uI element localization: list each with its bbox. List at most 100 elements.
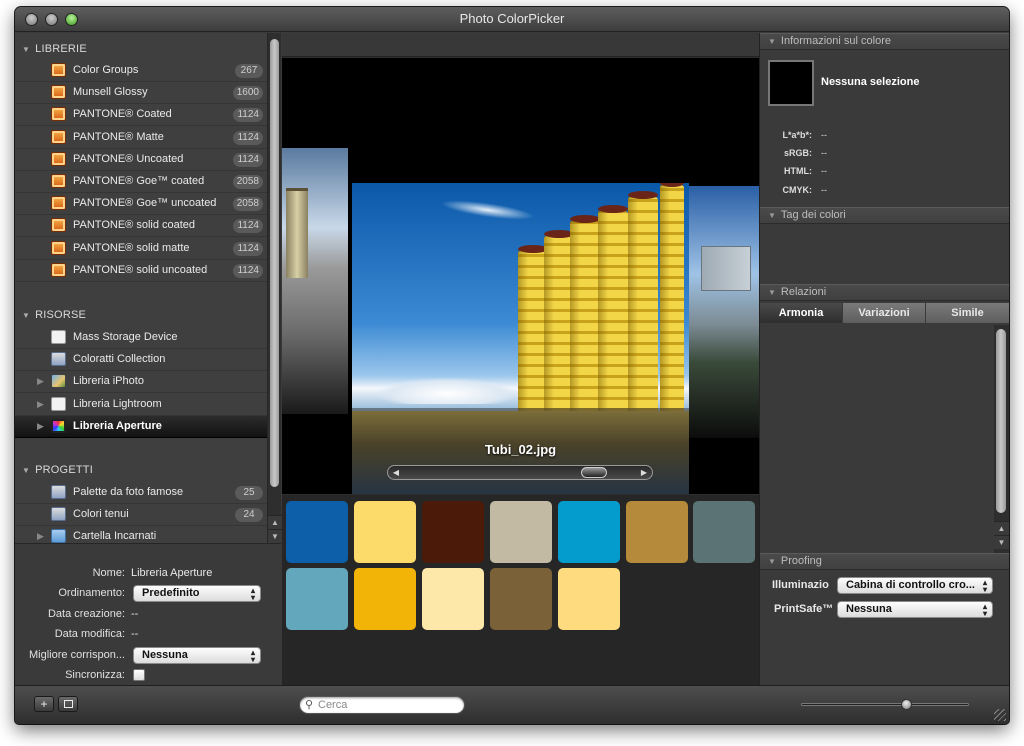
best-match-popup[interactable]: Nessuna ▴ ▾ xyxy=(133,647,261,664)
color-swatch[interactable] xyxy=(353,501,416,563)
resource-item[interactable]: ▶ Libreria Lightroom xyxy=(15,394,267,416)
color-swatch[interactable] xyxy=(625,501,688,563)
library-item[interactable]: PANTONE® Goe™ uncoated 2058 xyxy=(15,193,267,216)
relations-header[interactable]: ▼ Relazioni xyxy=(760,284,1009,301)
zoom-slider-knob[interactable] xyxy=(901,699,913,710)
sort-popup[interactable]: Predefinito ▴ ▾ xyxy=(133,585,261,602)
color-swatch[interactable] xyxy=(489,568,552,630)
color-swatch[interactable] xyxy=(421,568,484,630)
color-book-icon xyxy=(51,218,66,233)
library-item[interactable]: PANTONE® Matte 1124 xyxy=(15,127,267,149)
resource-item[interactable]: Mass Storage Device xyxy=(15,327,267,349)
source-list-scrollbar[interactable]: ▲ ▼ xyxy=(267,33,282,543)
project-item[interactable]: ▶ Cartella Incarnati xyxy=(15,526,267,543)
scroll-thumb[interactable] xyxy=(270,39,279,487)
project-item[interactable]: Palette da foto famose 25 xyxy=(15,482,267,504)
photo-caption: Tubi_02.jpg xyxy=(484,442,557,457)
expand-triangle-icon[interactable]: ▶ xyxy=(37,421,44,432)
cmyk-label: CMYK: xyxy=(782,185,813,195)
srgb-value: -- xyxy=(821,148,827,158)
resources-header[interactable]: ▼ RISORSE xyxy=(22,309,86,321)
expand-triangle-icon[interactable]: ▶ xyxy=(37,376,44,387)
cover-flow-viewer[interactable]: Tubi_02.jpg ◀ ▶ xyxy=(282,58,759,494)
cloud-shape xyxy=(377,378,517,404)
list-item-label: Coloratti Collection xyxy=(73,353,166,366)
project-item[interactable]: Colori tenui 24 xyxy=(15,504,267,527)
color-book-icon xyxy=(51,85,66,100)
library-item[interactable]: PANTONE® solid coated 1124 xyxy=(15,215,267,238)
cover-flow-scroll-knob[interactable] xyxy=(580,467,607,478)
search-field[interactable]: ⚲ xyxy=(299,696,465,714)
scroll-up-arrow-icon[interactable]: ▲ xyxy=(268,515,282,529)
color-book-icon xyxy=(51,107,66,122)
printsafe-popup[interactable]: Nessuna ▴ ▾ xyxy=(837,601,993,618)
search-icon: ⚲ xyxy=(305,699,314,711)
lab-label: L*a*b*: xyxy=(782,130,812,140)
tab-variazioni[interactable]: Variazioni xyxy=(843,303,926,323)
color-info-header[interactable]: ▼ Informazioni sul colore xyxy=(760,33,1009,50)
libraries-header[interactable]: ▼ LIBRERIE xyxy=(22,43,87,55)
sync-label: Sincronizza: xyxy=(65,669,125,681)
count-badge: 2058 xyxy=(232,197,263,212)
projects-header[interactable]: ▼ PROGETTI xyxy=(22,464,93,476)
color-tags-header[interactable]: ▼ Tag dei colori xyxy=(760,207,1009,224)
color-tags-header-label: Tag dei colori xyxy=(780,209,846,221)
color-swatch[interactable] xyxy=(353,568,416,630)
proofing-header[interactable]: ▼ Proofing xyxy=(760,553,1009,570)
photo-thumbnail-right[interactable] xyxy=(689,186,759,438)
disclosure-triangle-icon: ▼ xyxy=(768,211,776,220)
library-item[interactable]: Munsell Glossy 1600 xyxy=(15,82,267,105)
cover-flow-scrollbar[interactable]: ◀ ▶ xyxy=(387,465,653,480)
zoom-slider[interactable] xyxy=(801,699,969,710)
scroll-right-arrow-icon[interactable]: ▶ xyxy=(636,466,652,479)
search-input[interactable] xyxy=(318,698,458,712)
color-swatch[interactable] xyxy=(489,501,552,563)
color-book-icon xyxy=(51,240,66,255)
resource-item[interactable]: Coloratti Collection xyxy=(15,349,267,372)
library-item[interactable]: PANTONE® Goe™ coated 2058 xyxy=(15,171,267,193)
list-item-label: Libreria iPhoto xyxy=(73,375,144,388)
expand-triangle-icon[interactable]: ▶ xyxy=(37,531,44,542)
color-swatch[interactable] xyxy=(557,501,620,563)
relations-scrollbar[interactable]: ▲ ▼ xyxy=(994,325,1009,553)
illumination-popup[interactable]: Cabina di controllo cro... ▴ ▾ xyxy=(837,577,993,594)
silo-shape xyxy=(286,188,308,278)
iphoto-icon xyxy=(51,374,66,389)
count-badge: 267 xyxy=(235,64,263,78)
scroll-down-arrow-icon[interactable]: ▼ xyxy=(268,529,282,543)
silo-shape xyxy=(598,205,628,411)
color-swatch[interactable] xyxy=(421,501,484,563)
new-folder-button[interactable] xyxy=(58,696,78,712)
library-item[interactable]: Color Groups 267 xyxy=(15,60,267,82)
scroll-thumb[interactable] xyxy=(996,329,1006,513)
illumination-label: Illuminazio xyxy=(772,579,829,591)
modified-value: -- xyxy=(131,628,139,640)
add-button[interactable]: + xyxy=(34,696,54,712)
resize-grip-icon[interactable] xyxy=(994,709,1006,721)
color-swatch[interactable] xyxy=(557,568,620,630)
resource-item[interactable]: ▶ Libreria Aperture xyxy=(15,415,267,438)
tab-simile[interactable]: Simile xyxy=(926,303,1009,323)
scroll-left-arrow-icon[interactable]: ◀ xyxy=(388,466,404,479)
best-match-popup-value: Nessuna xyxy=(142,649,188,661)
color-swatch[interactable] xyxy=(286,501,348,563)
photo-thumbnail-left[interactable] xyxy=(282,148,348,414)
scroll-up-arrow-icon[interactable]: ▲ xyxy=(994,521,1009,535)
color-swatch[interactable] xyxy=(286,568,348,630)
lab-value: -- xyxy=(821,130,827,140)
sync-checkbox[interactable] xyxy=(133,669,145,681)
library-item[interactable]: PANTONE® solid matte 1124 xyxy=(15,238,267,260)
count-badge: 24 xyxy=(235,508,263,523)
tab-armonia[interactable]: Armonia xyxy=(760,303,843,323)
library-item[interactable]: PANTONE® Coated 1124 xyxy=(15,104,267,127)
color-swatch[interactable] xyxy=(693,501,756,563)
library-item[interactable]: PANTONE® Uncoated 1124 xyxy=(15,149,267,171)
expand-triangle-icon[interactable]: ▶ xyxy=(37,399,44,410)
list-item-label: PANTONE® solid uncoated xyxy=(73,263,208,276)
list-item-label: Colori tenui xyxy=(73,508,129,521)
disclosure-triangle-icon: ▼ xyxy=(768,37,776,46)
library-item[interactable]: PANTONE® solid uncoated 1124 xyxy=(15,260,267,282)
scroll-down-arrow-icon[interactable]: ▼ xyxy=(994,535,1009,549)
disclosure-triangle-icon: ▼ xyxy=(22,466,31,475)
resource-item[interactable]: ▶ Libreria iPhoto xyxy=(15,371,267,394)
